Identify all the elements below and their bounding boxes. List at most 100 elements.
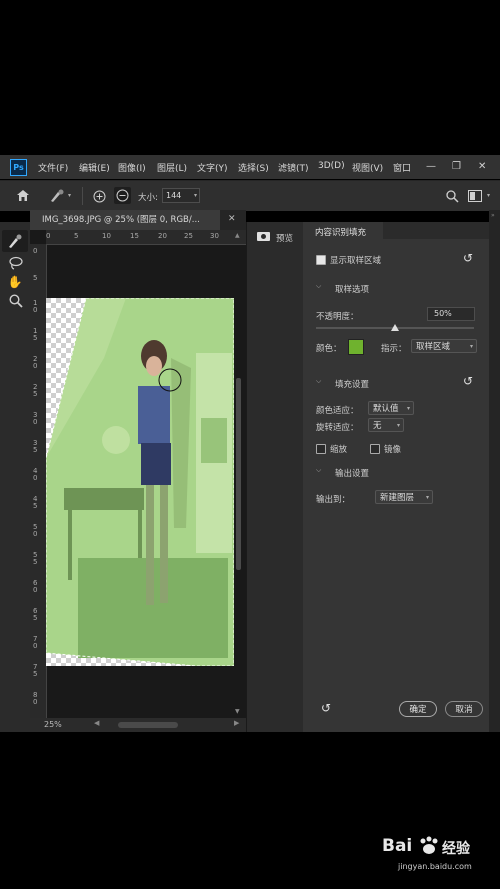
- tool-panel: ✋: [0, 222, 30, 732]
- scale-label: 缩放: [330, 445, 348, 455]
- subtract-mode-button[interactable]: [114, 187, 131, 204]
- home-icon[interactable]: [16, 189, 30, 202]
- hand-tool-icon[interactable]: ✋: [6, 273, 24, 291]
- photoshop-app-icon: Ps: [10, 159, 27, 176]
- menu-file[interactable]: 文件(F): [38, 161, 68, 174]
- ruler-top-tick: 10: [102, 232, 111, 240]
- ruler-left-tick: 1 0: [33, 299, 38, 314]
- menu-window[interactable]: 窗口: [393, 161, 411, 174]
- size-field[interactable]: 144 ▾: [162, 188, 200, 203]
- ruler-top-tick: 25: [184, 232, 193, 240]
- rotation-adapt-label: 旋转适应：: [316, 423, 359, 433]
- ruler-left-tick: 3 0: [33, 411, 38, 426]
- preview-icon[interactable]: [257, 232, 270, 241]
- cancel-label: 取消: [455, 705, 473, 715]
- document-canvas[interactable]: [46, 298, 234, 666]
- collapse-chevron-icon[interactable]: ⌵: [316, 377, 321, 386]
- status-bar: 25% ◀ ▶: [30, 718, 246, 732]
- fill-settings-heading: 填充设置: [335, 380, 370, 390]
- scale-checkbox[interactable]: [316, 444, 326, 454]
- menu-layer[interactable]: 图层(L): [157, 161, 187, 174]
- sampling-brush-tool[interactable]: [2, 230, 28, 252]
- menu-filter[interactable]: 滤镜(T): [278, 161, 309, 174]
- paw-logo-icon: [420, 836, 438, 854]
- add-mode-icon[interactable]: [93, 190, 106, 203]
- reset-sampling-icon[interactable]: ↺: [463, 251, 473, 265]
- close-icon[interactable]: ✕: [478, 161, 486, 172]
- output-to-label: 输出到：: [316, 495, 351, 505]
- ruler-top-tick: 20: [158, 232, 167, 240]
- document-tab-title: IMG_3698.JPG @ 25% (图层 0, RGB/...: [42, 215, 200, 225]
- baidu-jingyan-watermark: Bai 经验 jingyan.baidu.com: [380, 832, 490, 878]
- watermark-brand: Bai: [382, 836, 413, 856]
- panel-tab[interactable]: 内容识别填充: [303, 222, 383, 239]
- content-aware-fill-panel: 内容识别填充 显示取样区域 ↺ ⌵ 取样选项 不透明度： 50% 颜色： 指示：…: [303, 222, 489, 732]
- lasso-tool-icon[interactable]: [9, 256, 23, 270]
- show-sampling-checkbox[interactable]: [316, 255, 326, 265]
- dropdown-arrow-icon: ▾: [425, 494, 429, 501]
- figure-shirt: [138, 386, 170, 444]
- horizontal-ruler: 0 5 10 15 20 25 30: [46, 230, 246, 245]
- color-adapt-label: 颜色适应：: [316, 406, 359, 416]
- cancel-button[interactable]: 取消: [445, 701, 483, 717]
- mirror-label: 镜像: [384, 445, 402, 455]
- ruler-top-tick: 15: [130, 232, 139, 240]
- sampling-options-heading: 取样选项: [335, 285, 370, 295]
- search-icon[interactable]: [446, 190, 459, 203]
- sampling-brush-icon[interactable]: [48, 188, 66, 203]
- mirror-checkbox[interactable]: [370, 444, 380, 454]
- output-settings-heading: 输出设置: [335, 469, 370, 479]
- sampling-brush-tool-icon: [9, 234, 22, 248]
- zoom-tool-icon[interactable]: [9, 294, 23, 308]
- minimize-icon[interactable]: —: [426, 161, 436, 172]
- horizontal-scrollbar-thumb[interactable]: [118, 722, 178, 728]
- ruler-left-tick: 5: [33, 274, 38, 282]
- overlay-color-swatch[interactable]: [348, 339, 364, 355]
- vertical-scrollbar-thumb[interactable]: [236, 378, 241, 570]
- reset-all-icon[interactable]: ↺: [321, 701, 331, 715]
- preview-label[interactable]: 预览: [276, 232, 293, 244]
- menu-3d[interactable]: 3D(D): [318, 161, 345, 171]
- menu-select[interactable]: 选择(S): [238, 161, 269, 174]
- scroll-up-icon[interactable]: ▲: [235, 232, 240, 239]
- ok-button[interactable]: 确定: [399, 701, 437, 717]
- options-bar: ▾ 大小: 144 ▾ ▾: [0, 180, 500, 211]
- ruler-left-tick: 4 5: [33, 495, 38, 510]
- document-tab[interactable]: IMG_3698.JPG @ 25% (图层 0, RGB/...: [30, 210, 220, 230]
- collapse-chevron-icon[interactable]: ⌵: [316, 282, 321, 291]
- output-to-select[interactable]: 新建图层 ▾: [375, 490, 433, 504]
- collapse-chevron-icon[interactable]: ⌵: [316, 466, 321, 475]
- color-adapt-value: 默认值: [373, 404, 399, 414]
- ruler-left-tick: 7 0: [33, 635, 38, 650]
- indicate-select[interactable]: 取样区域 ▾: [411, 339, 477, 353]
- opacity-slider-thumb[interactable]: [391, 324, 399, 331]
- menu-image[interactable]: 图像(I): [118, 161, 146, 174]
- reset-fill-icon[interactable]: ↺: [463, 374, 473, 388]
- dropdown-arrow-icon: ▾: [406, 405, 410, 412]
- menu-view[interactable]: 视图(V): [352, 161, 383, 174]
- ok-label: 确定: [409, 705, 427, 715]
- rotation-adapt-select[interactable]: 无 ▾: [368, 418, 404, 432]
- panel-collapse-strip: »: [489, 210, 500, 732]
- subtract-mode-icon: [116, 189, 129, 202]
- ruler-left-tick: 3 5: [33, 439, 38, 454]
- figure-leg: [160, 485, 168, 603]
- ruler-left-tick: 6 0: [33, 579, 38, 594]
- tab-close-icon[interactable]: ✕: [228, 214, 236, 224]
- opacity-field[interactable]: 50%: [427, 307, 475, 321]
- color-adapt-select[interactable]: 默认值 ▾: [368, 401, 414, 415]
- panel-title: 内容识别填充: [315, 228, 367, 238]
- brush-dropdown-icon[interactable]: ▾: [68, 192, 71, 199]
- workspace-icon[interactable]: [468, 190, 482, 202]
- menu-type[interactable]: 文字(Y): [197, 161, 228, 174]
- scroll-left-icon[interactable]: ◀: [94, 719, 99, 727]
- collapse-panels-icon[interactable]: »: [491, 212, 495, 219]
- size-value: 144: [166, 191, 182, 200]
- menu-edit[interactable]: 编辑(E): [79, 161, 110, 174]
- scroll-right-icon[interactable]: ▶: [234, 719, 239, 727]
- scroll-down-icon[interactable]: ▼: [235, 708, 240, 715]
- ruler-left-tick: 7 5: [33, 663, 38, 678]
- workspace-dropdown-icon[interactable]: ▾: [487, 192, 490, 199]
- restore-icon[interactable]: ❐: [452, 161, 461, 172]
- size-dropdown-icon[interactable]: ▾: [194, 189, 197, 202]
